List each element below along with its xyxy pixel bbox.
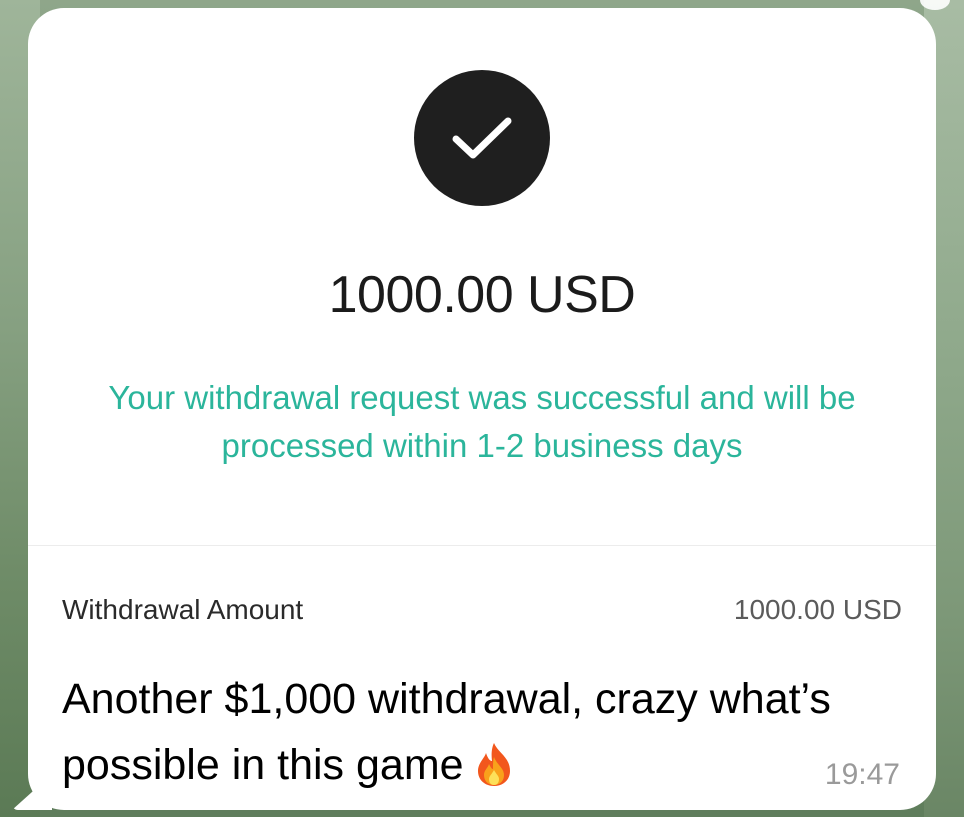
- divider: [28, 545, 936, 546]
- withdrawal-amount-title: 1000.00 USD: [328, 266, 636, 324]
- message-timestamp: 19:47: [824, 758, 900, 791]
- message-bubble[interactable]: 1000.00 USD Your withdrawal request was …: [28, 8, 936, 810]
- caption-text: Another $1,000 withdrawal, crazy what’s …: [62, 675, 831, 789]
- withdrawal-detail-row: Withdrawal Amount 1000.00 USD: [62, 594, 902, 626]
- message-caption: Another $1,000 withdrawal, crazy what’s …: [62, 666, 882, 806]
- checkmark-icon: [452, 117, 512, 159]
- success-message: Your withdrawal request was successful a…: [108, 379, 856, 464]
- detail-label: Withdrawal Amount: [62, 594, 304, 625]
- success-check-icon: [414, 70, 550, 206]
- fire-icon: [474, 740, 514, 806]
- detail-value: 1000.00 USD: [733, 594, 902, 625]
